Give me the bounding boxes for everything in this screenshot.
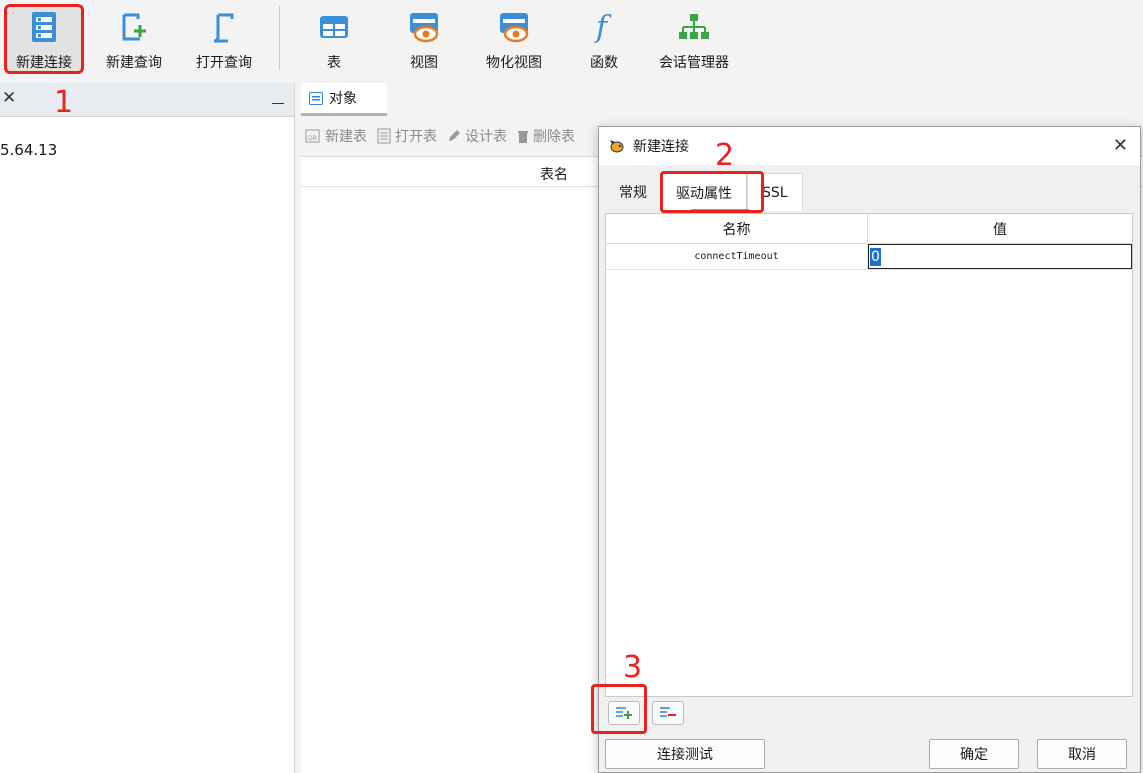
add-property-button[interactable] <box>608 701 640 725</box>
new-table-icon: DB <box>305 129 320 143</box>
open-table-icon <box>377 128 391 144</box>
remove-property-button[interactable] <box>652 701 684 725</box>
property-name-cell: connectTimeout <box>606 244 868 269</box>
function-button[interactable]: f 函数 <box>564 4 644 74</box>
property-value-text: 0 <box>870 247 881 266</box>
column-header-name: 名称 <box>606 214 868 243</box>
new-query-icon <box>118 10 150 44</box>
function-label: 函数 <box>590 55 618 71</box>
annotation-3: 3 <box>623 650 643 685</box>
table-row[interactable]: connectTimeout 0 <box>606 244 1132 270</box>
column-header-table-name: 表名 <box>540 167 568 183</box>
connection-panel: ✕ 5.64.13 <box>0 83 295 773</box>
session-manager-icon <box>678 10 710 44</box>
open-query-label: 打开查询 <box>196 55 252 71</box>
session-manager-label: 会话管理器 <box>659 55 729 71</box>
table-icon <box>318 10 350 44</box>
svg-text:DB: DB <box>308 135 317 142</box>
connection-panel-header: ✕ <box>0 83 294 117</box>
materialized-view-label: 物化视图 <box>486 55 542 71</box>
close-icon[interactable]: ✕ <box>1113 135 1128 156</box>
ok-label: 确定 <box>960 747 988 763</box>
objects-tab-icon <box>309 91 323 105</box>
tab-general-label: 常规 <box>619 185 647 201</box>
view-label: 视图 <box>410 55 438 71</box>
properties-table-header: 名称 值 <box>606 214 1132 244</box>
design-table-label: 设计表 <box>465 129 507 145</box>
driver-properties-table: 名称 值 connectTimeout 0 <box>605 213 1133 697</box>
objects-tab-label: 对象 <box>329 91 357 107</box>
new-table-button[interactable]: DB 新建表 <box>305 126 367 146</box>
ok-button[interactable]: 确定 <box>929 739 1019 769</box>
open-query-button[interactable]: 打开查询 <box>184 4 264 74</box>
trash-icon <box>518 131 528 143</box>
app-logo-icon <box>610 140 624 153</box>
database-server-icon <box>28 10 60 44</box>
column-header-value: 值 <box>993 221 1007 238</box>
dialog-title: 新建连接 <box>633 139 689 155</box>
new-connection-label: 新建连接 <box>16 55 72 71</box>
connection-tree-item[interactable]: 5.64.13 <box>0 141 57 159</box>
materialized-view-icon <box>498 10 530 44</box>
open-table-label: 打开表 <box>395 129 437 145</box>
tab-ssl-label: SSL <box>762 184 788 201</box>
function-icon: f <box>588 10 620 44</box>
pencil-icon <box>449 130 460 141</box>
design-table-button[interactable]: 设计表 <box>447 126 507 146</box>
tab-objects[interactable]: 对象 <box>301 83 387 116</box>
new-connection-button[interactable]: 新建连接 <box>4 4 84 74</box>
test-connection-button[interactable]: 连接测试 <box>605 739 765 769</box>
new-query-label: 新建查询 <box>106 55 162 71</box>
tab-highlight-box <box>660 171 764 213</box>
annotation-2: 2 <box>715 138 735 173</box>
test-connection-label: 连接测试 <box>657 747 713 763</box>
new-query-button[interactable]: 新建查询 <box>94 4 174 74</box>
close-icon[interactable]: ✕ <box>2 88 16 108</box>
tab-general[interactable]: 常规 <box>605 173 661 211</box>
add-row-icon <box>616 707 632 719</box>
main-toolbar: 新建连接 新建查询 打开查询 表 视图 物化视图 f 函数 会话管理器 <box>0 0 1143 80</box>
delete-table-label: 删除表 <box>533 129 575 145</box>
cancel-button[interactable]: 取消 <box>1037 739 1127 769</box>
materialized-view-button[interactable]: 物化视图 <box>474 4 554 74</box>
dialog-title-bar: 新建连接 ✕ <box>599 127 1140 165</box>
remove-row-icon <box>660 707 676 717</box>
new-table-label: 新建表 <box>325 129 367 145</box>
new-connection-dialog: 新建连接 ✕ 常规 驱动属性 SSL 2 名称 值 connectTimeout… <box>591 126 1141 773</box>
view-button[interactable]: 视图 <box>384 4 464 74</box>
table-label: 表 <box>327 55 341 71</box>
annotation-1: 1 <box>54 85 74 120</box>
table-button[interactable]: 表 <box>294 4 374 74</box>
toolbar-separator <box>279 6 280 70</box>
open-table-button[interactable]: 打开表 <box>377 126 437 146</box>
property-value-input[interactable]: 0 <box>868 244 1132 269</box>
svg-text:f: f <box>594 11 612 43</box>
open-query-icon <box>208 10 240 44</box>
session-manager-button[interactable]: 会话管理器 <box>654 4 734 74</box>
delete-table-button[interactable]: 删除表 <box>517 126 575 146</box>
cancel-label: 取消 <box>1068 747 1096 763</box>
view-icon <box>408 10 440 44</box>
minimize-icon[interactable] <box>272 103 284 104</box>
